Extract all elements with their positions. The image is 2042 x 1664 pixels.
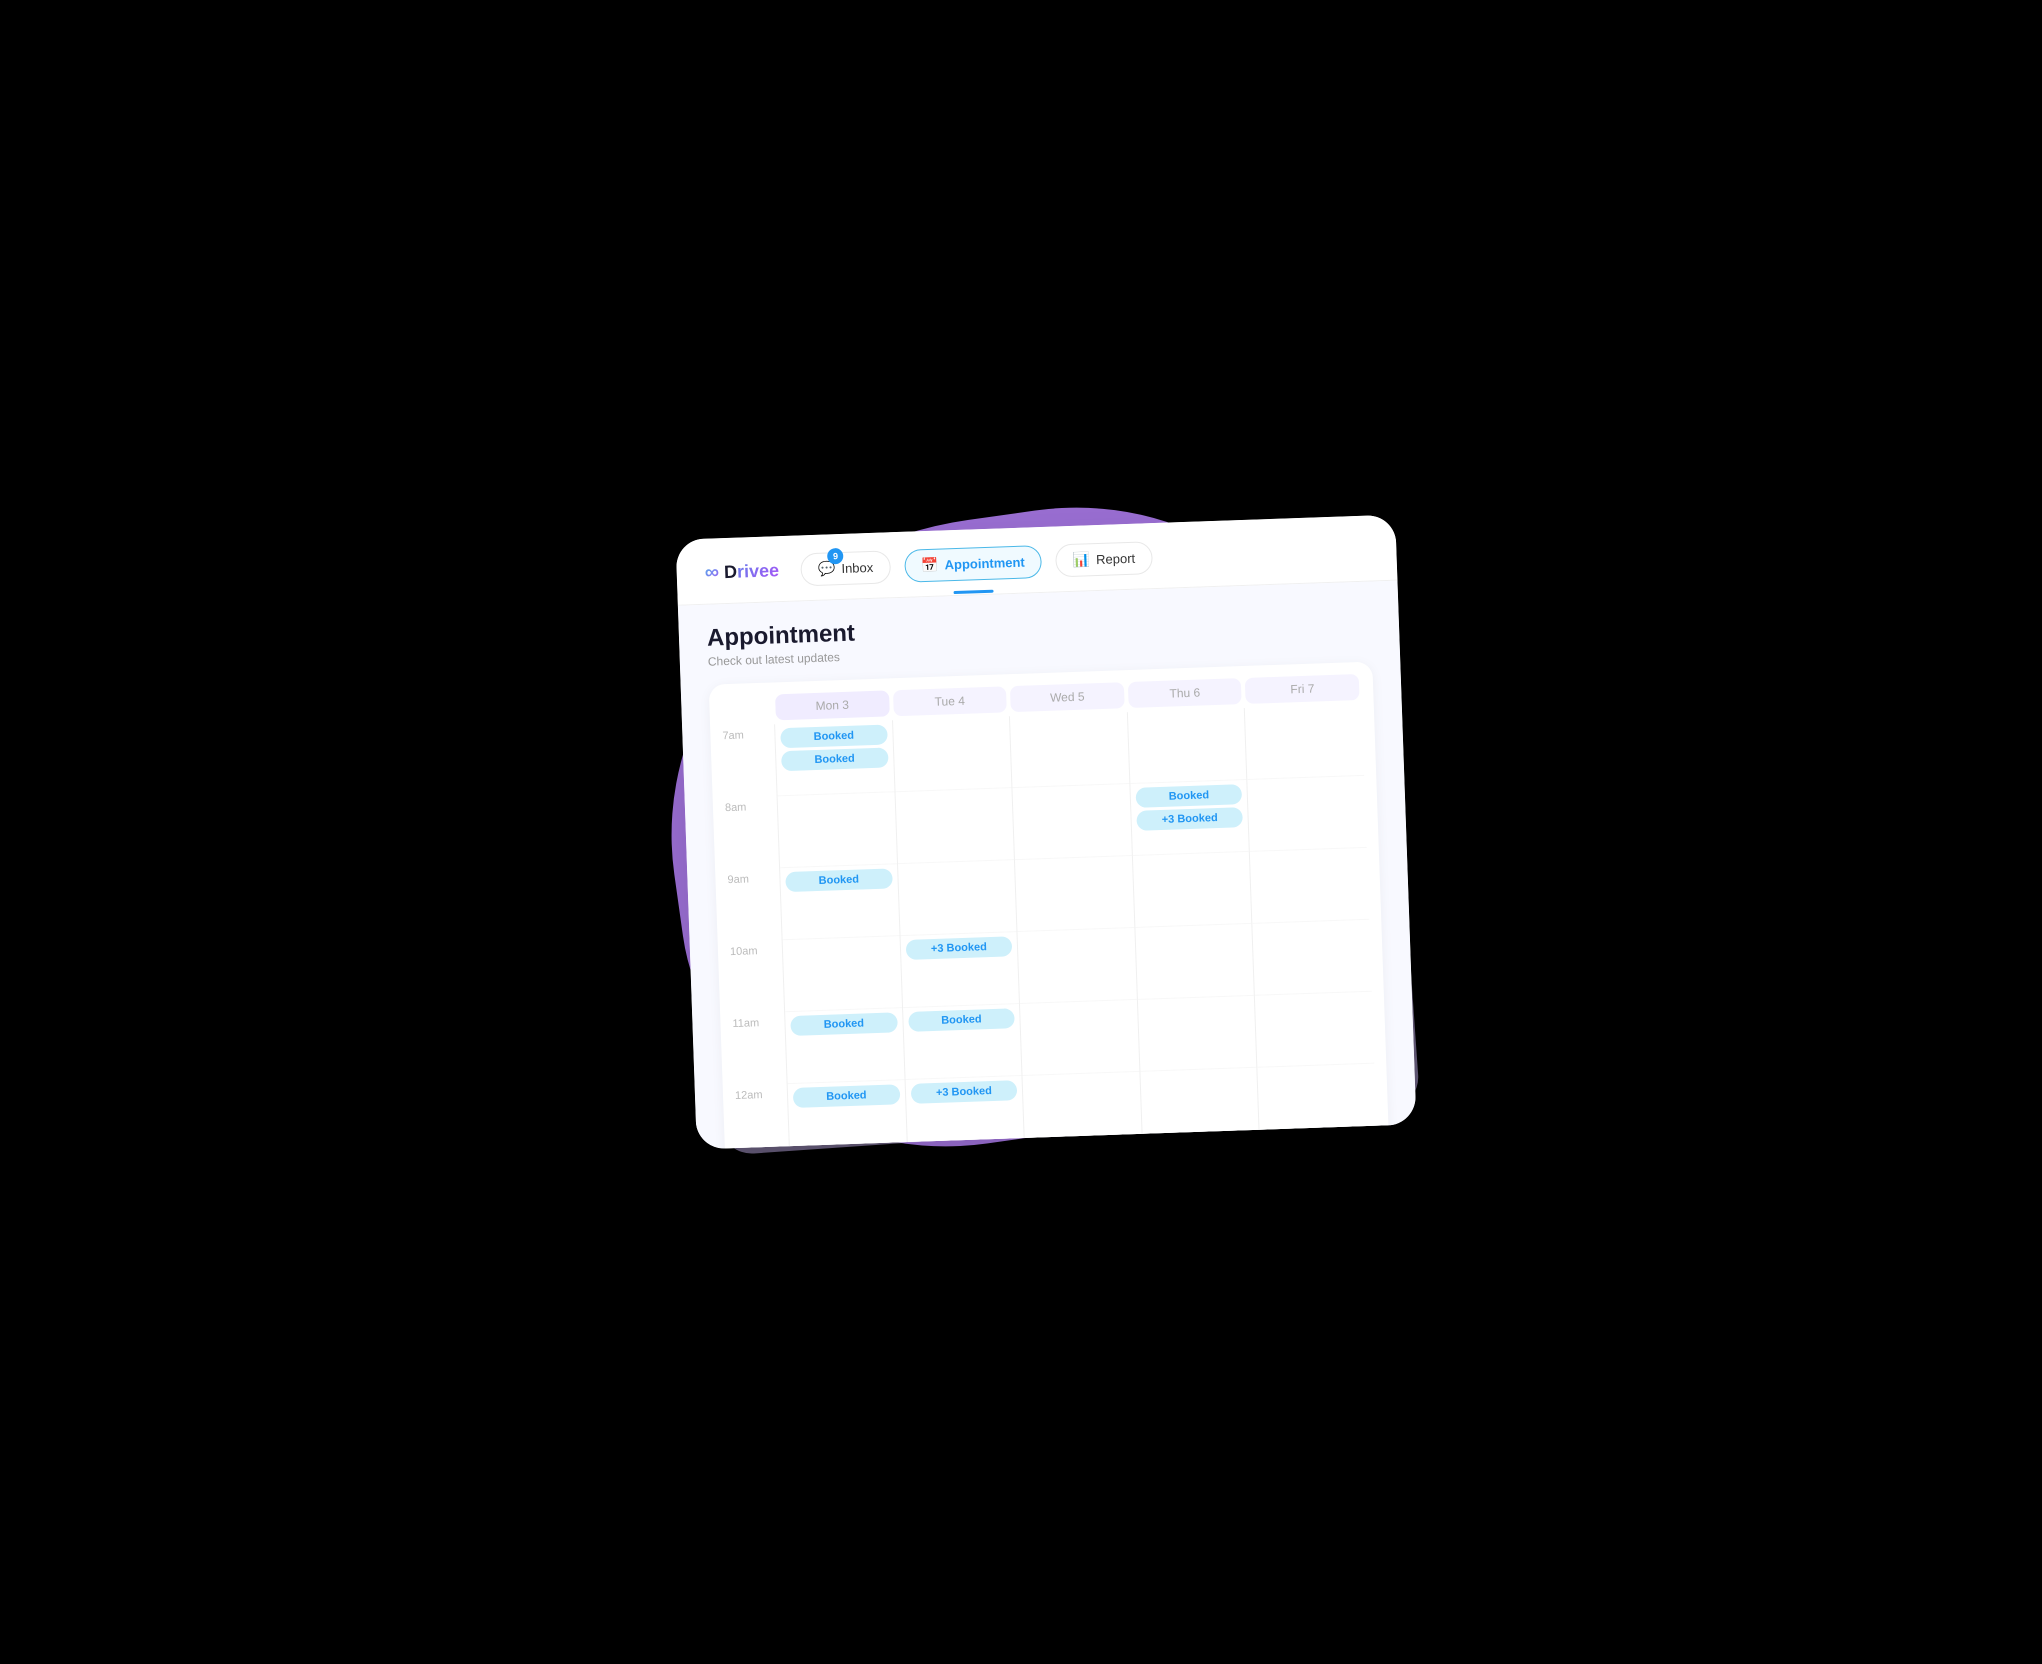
tue-column: +3 Booked Booked +3 Booked Booked <box>892 716 1027 1149</box>
mon-column: Booked Booked Booked Booked Booked <box>774 720 909 1149</box>
booking-chip[interactable]: Booked <box>1148 1144 1255 1149</box>
thu-8am-cell: Booked +3 Booked <box>1130 780 1249 856</box>
thu-column: Booked +3 Booked Booked <box>1127 708 1262 1149</box>
wed-column <box>1009 712 1144 1149</box>
booking-chip-plus3[interactable]: +3 Booked <box>1136 807 1243 831</box>
appointment-button[interactable]: 📅 Appointment <box>904 545 1043 583</box>
mon-9am-cell: Booked <box>780 864 899 940</box>
booking-chip[interactable]: Booked <box>785 868 892 892</box>
time-col-header <box>721 694 774 722</box>
day-header-tue: Tue 4 <box>893 686 1007 716</box>
fri-8am-cell <box>1248 776 1367 852</box>
calendar-grid: 7am 8am 9am 10am 11am 12am 1pm Booked Bo… <box>722 704 1379 1149</box>
active-indicator <box>954 590 994 594</box>
booking-chip[interactable]: Booked <box>793 1084 900 1108</box>
logo-text: Drivee <box>724 560 780 583</box>
wed-8am-cell <box>1013 784 1132 860</box>
appointment-icon: 📅 <box>921 557 939 575</box>
thu-9am-cell <box>1133 852 1252 928</box>
tue-11am-cell: Booked <box>903 1004 1022 1080</box>
wed-11am-cell <box>1020 1000 1139 1076</box>
fri-11am-cell <box>1255 992 1374 1068</box>
booking-chip[interactable]: Booked <box>781 747 888 771</box>
tue-1pm-cell: Booked <box>908 1148 1027 1149</box>
booking-chip-plus3[interactable]: +3 Booked <box>905 936 1012 960</box>
booking-chip[interactable]: Booked <box>780 724 887 748</box>
mon-8am-cell <box>778 792 897 868</box>
fri-12am-cell <box>1258 1064 1377 1140</box>
booking-chip[interactable]: Booked <box>1135 784 1242 808</box>
report-button[interactable]: 📊 Report <box>1055 541 1153 577</box>
day-header-wed: Wed 5 <box>1010 682 1124 712</box>
day-header-thu: Thu 6 <box>1128 678 1242 708</box>
thu-11am-cell <box>1138 996 1257 1072</box>
thu-12am-cell <box>1140 1068 1259 1144</box>
tue-8am-cell <box>895 788 1014 864</box>
appointment-label: Appointment <box>944 555 1025 573</box>
thu-1pm-cell: Booked <box>1143 1140 1262 1150</box>
tue-12am-cell: +3 Booked <box>905 1076 1024 1149</box>
tue-7am-cell <box>893 716 1012 792</box>
logo-icon: ∞ <box>704 561 719 584</box>
logo: ∞ Drivee <box>704 559 779 585</box>
scene: ∞ Drivee 9 💬 Inbox 📅 Appointment 📊 Repor <box>571 457 1471 1207</box>
time-11am: 11am <box>732 1012 786 1086</box>
fri-7am-cell <box>1245 704 1364 780</box>
calendar-container: Mon 3 Tue 4 Wed 5 Thu 6 Fri 7 7am 8am 9a… <box>709 662 1392 1150</box>
inbox-button[interactable]: 9 💬 Inbox <box>800 550 890 586</box>
report-label: Report <box>1096 551 1136 567</box>
mon-10am-cell <box>783 936 902 1012</box>
wed-7am-cell <box>1010 712 1129 788</box>
thu-10am-cell <box>1135 924 1254 1000</box>
inbox-label: Inbox <box>841 560 873 576</box>
mon-7am-cell: Booked Booked <box>775 720 894 796</box>
fri-1pm-cell <box>1260 1136 1379 1150</box>
booking-chip[interactable]: Booked <box>908 1008 1015 1032</box>
fri-10am-cell <box>1253 920 1372 996</box>
time-7am: 7am <box>722 724 776 798</box>
wed-10am-cell <box>1018 928 1137 1004</box>
mon-11am-cell: Booked <box>785 1008 904 1084</box>
thu-7am-cell <box>1128 708 1247 784</box>
time-10am: 10am <box>730 940 784 1014</box>
fri-column <box>1244 704 1379 1149</box>
time-9am: 9am <box>727 868 781 942</box>
wed-1pm-cell <box>1025 1144 1144 1150</box>
mon-12am-cell: Booked <box>788 1080 907 1149</box>
booking-chip[interactable]: Booked <box>790 1012 897 1036</box>
day-header-fri: Fri 7 <box>1245 674 1359 704</box>
content-area: Appointment Check out latest updates Mon… <box>678 581 1417 1150</box>
wed-9am-cell <box>1015 856 1134 932</box>
wed-12am-cell <box>1023 1072 1142 1148</box>
time-12am: 12am <box>735 1084 789 1149</box>
main-card: ∞ Drivee 9 💬 Inbox 📅 Appointment 📊 Repor <box>676 515 1417 1150</box>
report-icon: 📊 <box>1072 551 1090 569</box>
day-header-mon: Mon 3 <box>775 690 889 720</box>
booking-chip-plus3[interactable]: +3 Booked <box>910 1080 1017 1104</box>
time-8am: 8am <box>725 796 779 870</box>
tue-10am-cell: +3 Booked <box>900 932 1019 1008</box>
tue-9am-cell <box>898 860 1017 936</box>
fri-9am-cell <box>1250 848 1369 924</box>
